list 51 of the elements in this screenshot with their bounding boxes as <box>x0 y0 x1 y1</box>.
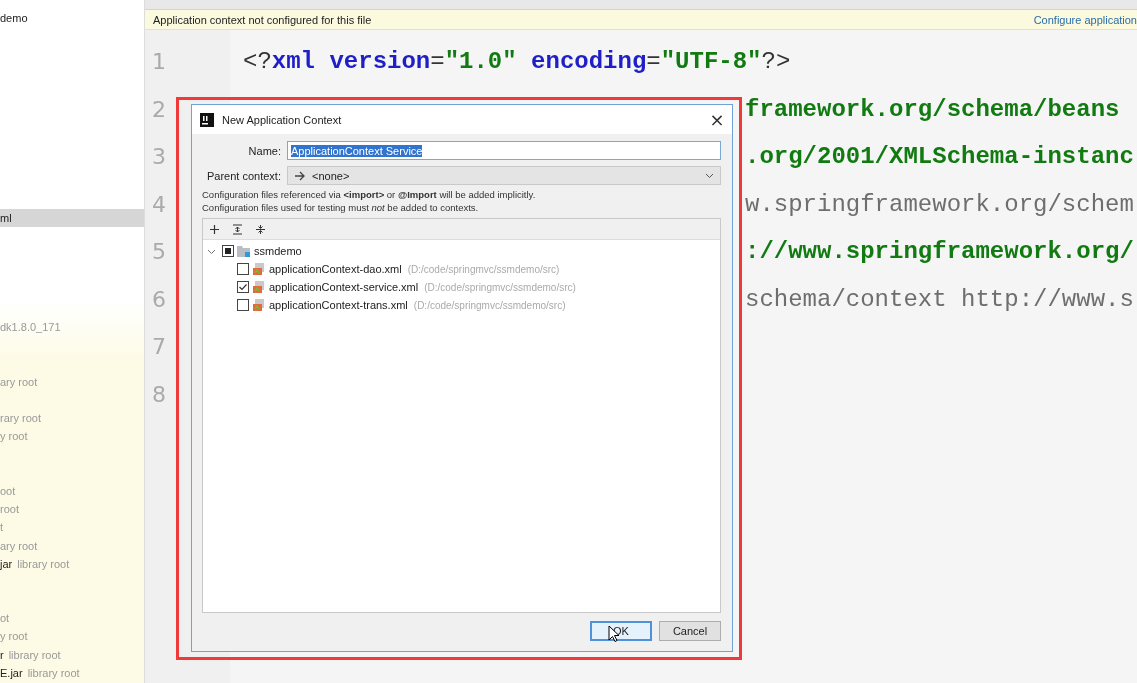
configure-link[interactable]: Configure application <box>1033 13 1137 26</box>
info-text: Configuration files used for testing must not be added to contexts. <box>202 201 480 214</box>
file-path: (D:/code/springmvc/ssmdemo/src) <box>413 299 566 311</box>
project-tree-item[interactable]: r library root <box>0 645 144 664</box>
tree-item-label[interactable]: applicationContext-trans.xml <box>269 299 408 311</box>
xml-file-icon <box>252 262 266 276</box>
line-number: 4 <box>152 191 166 217</box>
field-label: Name: <box>247 144 281 157</box>
code-line: w.springframework.org/schem <box>745 190 1134 218</box>
line-number: 5 <box>152 239 166 265</box>
checkbox[interactable] <box>237 299 249 311</box>
field-label: Parent context: <box>206 169 281 182</box>
xml-file-icon <box>252 298 266 312</box>
checkbox[interactable] <box>237 263 249 275</box>
project-tree-item[interactable]: ml <box>0 209 144 228</box>
info-text: Configuration files referenced via <import> or @Import will be added implicitly. <box>202 188 537 201</box>
folder-icon <box>237 245 251 257</box>
tree-item-label[interactable]: applicationContext-service.xml <box>269 281 419 293</box>
app-icon <box>200 112 214 127</box>
checkbox[interactable] <box>237 281 249 293</box>
code-line: <?xml version="1.0" encoding="UTF-8"?> <box>242 48 791 76</box>
add-icon[interactable] <box>209 223 220 235</box>
line-number: 1 <box>152 49 166 75</box>
cancel-button[interactable]: Cancel <box>659 621 721 641</box>
name-field[interactable]: ApplicationContext Service <box>287 141 721 160</box>
tree-item-label[interactable]: applicationContext-dao.xml <box>269 263 402 275</box>
code-line: framework.org/schema/beans <box>745 95 1120 123</box>
code-line: .org/2001/XMLSchema-instanc <box>745 143 1134 171</box>
collapse-all-icon[interactable] <box>255 223 266 235</box>
project-tree-item[interactable]: demo <box>0 9 144 28</box>
notification-message: Application context not configured for this file <box>153 13 372 26</box>
close-button[interactable]: × <box>702 109 732 130</box>
line-number: 8 <box>152 381 166 407</box>
line-number: 3 <box>152 144 166 170</box>
project-tree-item[interactable]: jar library root <box>0 554 144 573</box>
xml-file-icon <box>252 280 266 294</box>
file-path: (D:/code/springmvc/ssmdemo/src) <box>407 263 560 275</box>
file-path: (D:/code/springmvc/ssmdemo/src) <box>424 281 576 293</box>
code-line: ://www.springframework.org/ <box>745 238 1134 266</box>
parent-context-dropdown[interactable]: <none> <box>287 166 721 185</box>
tree-item-label[interactable]: ssmdemo <box>254 245 302 257</box>
line-number: 7 <box>152 334 166 360</box>
project-tree-item[interactable]: E.jar library root <box>0 663 144 682</box>
dialog-title: New Application Context <box>222 113 343 126</box>
line-number: 6 <box>152 286 166 312</box>
chevron-down-icon <box>705 172 714 179</box>
code-line: schema/context http://www.s <box>745 285 1134 313</box>
checkbox[interactable] <box>222 245 234 257</box>
line-number: 2 <box>152 96 166 122</box>
expand-all-icon[interactable] <box>232 223 243 235</box>
arrow-right-icon <box>294 170 306 181</box>
